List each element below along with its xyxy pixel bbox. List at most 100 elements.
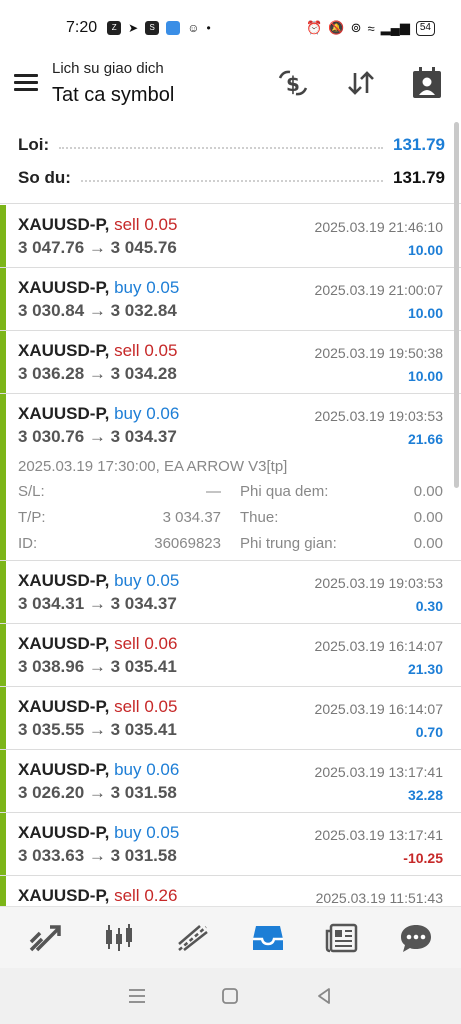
- deal-row[interactable]: XAUUSD-P, buy 0.05 3 030.84 → 3 032.84 202…: [0, 268, 461, 331]
- header-title[interactable]: Tat ca symbol: [52, 84, 174, 107]
- deal-side: sell: [114, 697, 140, 716]
- symbol-name: XAUUSD-P,: [18, 886, 110, 905]
- mute-icon: 🔕: [328, 20, 345, 35]
- deal-side: buy: [114, 760, 142, 779]
- deal-side: sell: [114, 215, 140, 234]
- deal-row[interactable]: XAUUSD-P, sell 0.05 3 047.76 → 3 045.76 20…: [0, 205, 461, 268]
- deal-profit: -10.25: [403, 850, 443, 866]
- deal-symbol: XAUUSD-P, sell 0.06: [18, 634, 177, 654]
- balance-label: So du:: [18, 168, 71, 187]
- swap-value: 0.00: [413, 483, 443, 500]
- tp-value: 3 034.37: [162, 509, 221, 526]
- deal-side-indicator: [0, 624, 6, 686]
- sl-value: —: [206, 483, 221, 500]
- alarm-icon: ⏰: [306, 20, 323, 35]
- deal-time: 2025.03.19 21:00:07: [314, 282, 443, 298]
- symbol-name: XAUUSD-P,: [18, 823, 110, 842]
- scrollbar[interactable]: [454, 122, 459, 488]
- dotted-leader: [80, 180, 383, 182]
- deal-volume: 0.05: [146, 823, 180, 842]
- deal-side-indicator: [0, 205, 6, 267]
- deal-side: sell: [114, 341, 140, 360]
- app-header: Lich su giao dich Tat ca symbol $: [0, 56, 461, 118]
- deal-time: 2025.03.19 19:03:53: [314, 575, 443, 591]
- deal-side-indicator: [0, 331, 6, 393]
- deal-symbol: XAUUSD-P, buy 0.06: [18, 760, 179, 780]
- deal-symbol: XAUUSD-P, sell 0.05: [18, 697, 177, 717]
- deal-row[interactable]: XAUUSD-P, sell 0.05 3 036.28 → 3 034.28 20…: [0, 331, 461, 394]
- deal-side-indicator: [0, 268, 6, 330]
- calendar-user-icon[interactable]: [409, 66, 445, 100]
- deal-row[interactable]: XAUUSD-P, sell 0.06 3 038.96 → 3 035.41 20…: [0, 624, 461, 687]
- symbol-name: XAUUSD-P,: [18, 341, 110, 360]
- deal-side: buy: [114, 404, 142, 423]
- deal-volume: 0.05: [144, 215, 178, 234]
- back-icon[interactable]: [309, 981, 339, 1011]
- profit-row: Loi: 131.79: [18, 132, 445, 158]
- dot-icon: •: [206, 21, 211, 35]
- balance-value: 131.79: [393, 168, 445, 187]
- deal-time: 2025.03.19 16:14:07: [314, 638, 443, 654]
- deal-time: 2025.03.19 16:14:07: [314, 701, 443, 717]
- deal-profit: 21.30: [407, 661, 443, 677]
- deal-open-info: 2025.03.19 17:30:00, EA ARROW V3[tp]: [18, 458, 288, 475]
- deal-volume: 0.06: [144, 634, 178, 653]
- profit-value: 131.79: [393, 135, 445, 154]
- deal-symbol: XAUUSD-P, buy 0.05: [18, 278, 179, 298]
- chat-icon[interactable]: [394, 916, 438, 960]
- id-label: ID:: [18, 535, 38, 552]
- quotes-icon[interactable]: [23, 916, 67, 960]
- deal-side-indicator: [0, 813, 6, 875]
- deal-side: buy: [114, 823, 142, 842]
- home-icon[interactable]: [215, 981, 245, 1011]
- deal-profit: 10.00: [407, 368, 443, 384]
- detail-row-id: ID: 36069823 Phi trung gian: 0.00: [18, 535, 443, 561]
- sort-icon[interactable]: [343, 66, 379, 100]
- deal-symbol: XAUUSD-P, sell 0.05: [18, 215, 177, 235]
- shop-icon: S: [145, 21, 160, 35]
- deal-side-indicator: [0, 750, 6, 812]
- menu-icon[interactable]: [14, 74, 38, 92]
- currency-exchange-icon[interactable]: $: [275, 66, 311, 100]
- tax-label: Thue:: [240, 509, 279, 526]
- deal-row[interactable]: XAUUSD-P, sell 0.05 3 035.55 → 3 035.41 20…: [0, 687, 461, 750]
- wifi-icon: ≈: [367, 20, 375, 36]
- deal-symbol: XAUUSD-P, buy 0.05: [18, 823, 179, 843]
- chart-icon[interactable]: [97, 916, 141, 960]
- deal-profit: 21.66: [407, 431, 443, 447]
- deal-symbol: XAUUSD-P, buy 0.05: [18, 571, 179, 591]
- symbol-name: XAUUSD-P,: [18, 571, 110, 590]
- id-value: 36069823: [154, 535, 221, 552]
- notification-icons: Z ➤ S ☺ •: [107, 21, 211, 35]
- deal-symbol: XAUUSD-P, buy 0.06: [18, 404, 179, 424]
- symbol-name: XAUUSD-P,: [18, 697, 110, 716]
- dotted-leader: [59, 147, 383, 149]
- commission-value: 0.00: [413, 535, 443, 552]
- deal-symbol: XAUUSD-P, sell 0.26: [18, 886, 177, 906]
- news-icon[interactable]: [320, 916, 364, 960]
- symbol-name: XAUUSD-P,: [18, 760, 110, 779]
- deal-row[interactable]: XAUUSD-P, buy 0.05 3 033.63 → 3 031.58 202…: [0, 813, 461, 876]
- sl-label: S/L:: [18, 483, 45, 500]
- deal-side: buy: [114, 278, 142, 297]
- deal-profit: 10.00: [407, 305, 443, 321]
- detail-row-tp: T/P: 3 034.37 Thue: 0.00: [18, 509, 443, 535]
- deal-prices: 3 034.31 → 3 034.37: [18, 594, 177, 613]
- bluetooth-icon: ⊚: [350, 20, 362, 35]
- deal-side: buy: [114, 571, 142, 590]
- deal-prices: 3 030.84 → 3 032.84: [18, 301, 177, 320]
- deal-side-indicator: [0, 561, 6, 623]
- commission-label: Phi trung gian:: [240, 535, 337, 552]
- svg-text:$: $: [286, 72, 300, 96]
- deal-row[interactable]: XAUUSD-P, buy 0.05 3 034.31 → 3 034.37 202…: [0, 561, 461, 624]
- system-nav-bar: [0, 968, 461, 1024]
- summary-panel: Loi: 131.79 So du: 131.79: [0, 128, 461, 204]
- deal-profit: 10.00: [407, 242, 443, 258]
- tp-label: T/P:: [18, 509, 46, 526]
- bottom-tab-bar: [0, 906, 461, 968]
- history-icon[interactable]: [246, 916, 290, 960]
- deal-prices: 3 030.76 → 3 034.37: [18, 427, 177, 446]
- recent-apps-icon[interactable]: [122, 981, 152, 1011]
- deal-row[interactable]: XAUUSD-P, buy 0.06 3 026.20 → 3 031.58 202…: [0, 750, 461, 813]
- trade-icon[interactable]: [171, 916, 215, 960]
